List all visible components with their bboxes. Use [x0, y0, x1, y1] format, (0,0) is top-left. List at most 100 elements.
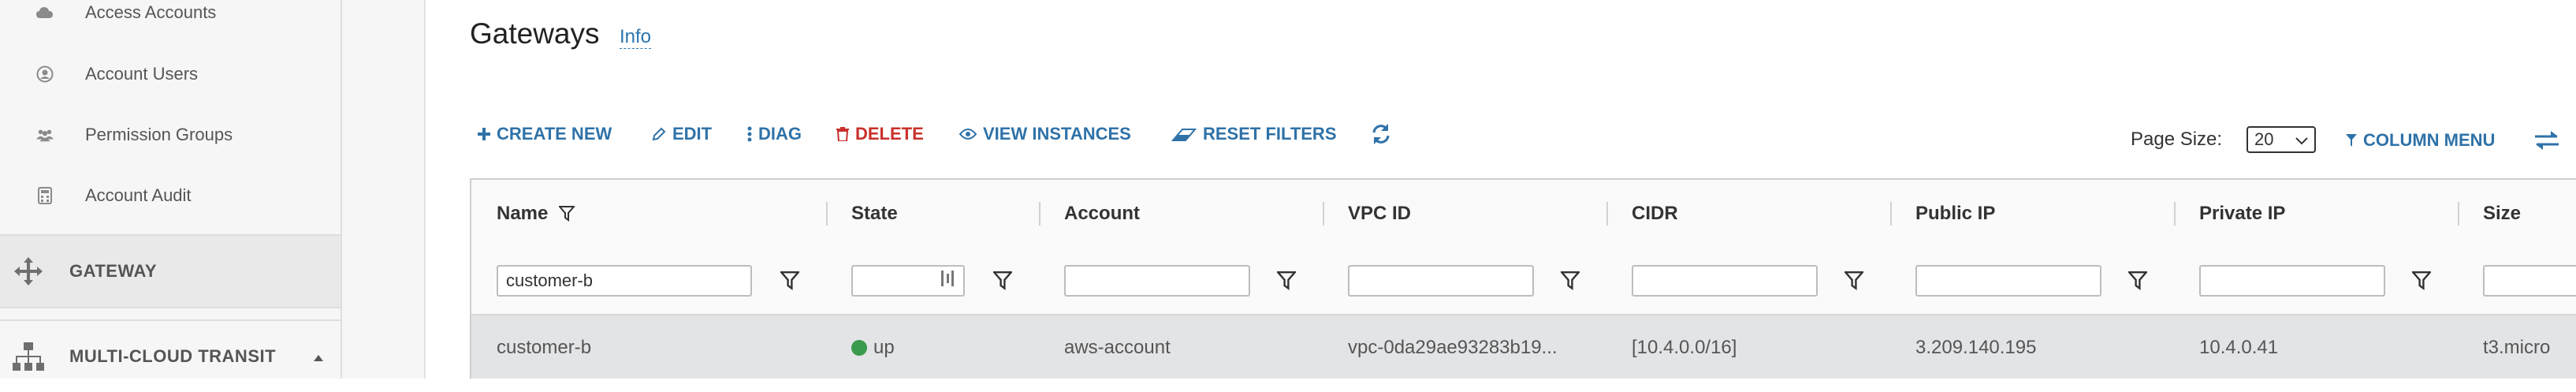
chevron-up-icon — [314, 351, 323, 365]
cell-private-ip: 10.4.0.41 — [2199, 337, 2279, 358]
swap-arrows-icon — [2533, 129, 2560, 151]
column-header-account[interactable]: Account — [1064, 180, 1140, 248]
sidebar-item-account-audit[interactable]: Account Audit — [0, 170, 341, 221]
column-header-name[interactable]: Name — [497, 180, 575, 248]
column-separator[interactable] — [1606, 202, 1608, 226]
table-header-row: Name State Account VPC ID CIDR Public IP… — [471, 180, 2576, 249]
column-header-private-ip[interactable]: Private IP — [2199, 180, 2285, 248]
filter-icon[interactable] — [1277, 271, 1296, 290]
filter-icon[interactable] — [993, 271, 1012, 290]
refresh-button[interactable] — [1369, 121, 1399, 147]
refresh-icon — [1369, 122, 1393, 146]
sidebar-section-gateway[interactable]: GATEWAY — [0, 234, 341, 308]
cell-state: up — [851, 315, 895, 379]
cell-size: t3.micro — [2483, 337, 2551, 358]
column-separator[interactable] — [2458, 202, 2459, 226]
sidebar-item-label: Account Audit — [85, 185, 192, 205]
trash-icon — [836, 127, 849, 141]
status-up-icon — [851, 340, 867, 356]
state-filter-input[interactable] — [851, 265, 965, 297]
sidebar-item-account-users[interactable]: Account Users — [0, 49, 341, 99]
cell-public-ip: 3.209.140.195 — [1915, 337, 2037, 358]
user-circle-icon — [36, 65, 54, 83]
sidebar-section-label: MULTI-CLOUD TRANSIT — [69, 346, 277, 366]
size-filter-input[interactable] — [2483, 265, 2576, 297]
filter-icon[interactable] — [780, 271, 799, 290]
delete-label: DELETE — [855, 124, 924, 144]
column-separator[interactable] — [2174, 202, 2176, 226]
gateways-table: Name State Account VPC ID CIDR Public IP… — [470, 178, 2576, 379]
column-separator[interactable] — [1323, 202, 1324, 226]
cell-vpc-id: vpc-0da29ae93283b19... — [1348, 337, 1558, 358]
ellipsis-vertical-icon — [747, 126, 752, 142]
cidr-filter-input[interactable] — [1632, 265, 1818, 297]
create-new-button[interactable]: CREATE NEW — [478, 121, 612, 147]
column-header-public-ip[interactable]: Public IP — [1915, 180, 1995, 248]
filter-icon — [559, 206, 575, 222]
sidebar-gutter — [342, 0, 424, 379]
sidebar-section-multi-cloud-transit[interactable]: MULTI-CLOUD TRANSIT — [0, 319, 341, 392]
filter-icon[interactable] — [1845, 271, 1863, 290]
cell-name: customer-b — [497, 337, 592, 358]
column-header-cidr[interactable]: CIDR — [1632, 180, 1678, 248]
sidebar-item-permission-groups[interactable]: Permission Groups — [0, 110, 341, 160]
view-instances-label: VIEW INSTANCES — [983, 124, 1131, 144]
delete-button[interactable]: DELETE — [836, 121, 924, 147]
pencil-icon — [652, 127, 666, 141]
sidebar-item-label: Permission Groups — [85, 125, 233, 144]
reset-filters-button[interactable]: RESET FILTERS — [1171, 121, 1337, 147]
eye-icon — [959, 128, 977, 140]
eraser-icon — [1171, 126, 1197, 142]
edit-label: EDIT — [672, 124, 713, 144]
column-header-vpc-id[interactable]: VPC ID — [1348, 180, 1411, 248]
network-tree-icon — [11, 339, 46, 374]
column-separator[interactable] — [1039, 202, 1040, 226]
column-menu-label: COLUMN MENU — [2363, 130, 2496, 150]
diag-button[interactable]: DIAG — [747, 121, 802, 147]
users-icon — [36, 126, 54, 144]
vpc-id-filter-input[interactable] — [1348, 265, 1534, 297]
column-header-label: Name — [497, 203, 549, 224]
create-new-label: CREATE NEW — [497, 124, 612, 144]
filter-icon[interactable] — [2128, 271, 2147, 290]
sidebar-section-label: GATEWAY — [69, 261, 158, 281]
cloud-icon — [36, 4, 54, 21]
chevron-down-icon — [2295, 129, 2308, 150]
sidebar-item-label: Account Users — [85, 64, 199, 84]
column-header-size[interactable]: Size — [2483, 180, 2521, 248]
page-size-value: 20 — [2254, 129, 2274, 149]
cell-state-label: up — [873, 337, 895, 358]
page-title: Gateways — [470, 17, 600, 50]
sidebar: Access Accounts Account Users Permission… — [0, 0, 342, 379]
column-resize-handle-icon — [940, 269, 955, 293]
move-arrows-icon — [11, 254, 46, 289]
page-size-label: Page Size: — [2131, 129, 2223, 150]
filter-icon[interactable] — [1561, 271, 1580, 290]
column-header-state[interactable]: State — [851, 180, 898, 248]
filter-icon[interactable] — [2412, 271, 2431, 290]
sidebar-item-label: Access Accounts — [85, 2, 217, 22]
column-separator[interactable] — [826, 202, 828, 226]
cell-cidr: [10.4.0.0/16] — [1632, 337, 1737, 358]
content-divider — [424, 0, 426, 379]
edit-button[interactable]: EDIT — [652, 121, 712, 147]
private-ip-filter-input[interactable] — [2199, 265, 2385, 297]
column-separator[interactable] — [1890, 202, 1892, 226]
cell-account: aws-account — [1064, 337, 1171, 358]
filter-icon — [2346, 134, 2357, 147]
calculator-icon — [36, 187, 54, 204]
name-filter-value: customer-b — [506, 271, 594, 290]
name-filter-input[interactable]: customer-b — [497, 265, 752, 297]
reset-filters-label: RESET FILTERS — [1203, 124, 1337, 144]
sidebar-item-access-accounts[interactable]: Access Accounts — [0, 0, 341, 38]
page-size-select[interactable]: 20 — [2247, 126, 2316, 153]
view-instances-button[interactable]: VIEW INSTANCES — [959, 121, 1131, 147]
public-ip-filter-input[interactable] — [1915, 265, 2101, 297]
swap-columns-button[interactable] — [2533, 128, 2567, 153]
account-filter-input[interactable] — [1064, 265, 1250, 297]
table-filter-row: customer-b — [471, 248, 2576, 315]
plus-icon — [478, 128, 490, 140]
column-menu-button[interactable]: COLUMN MENU — [2346, 128, 2495, 153]
table-row[interactable]: customer-b up aws-account vpc-0da29ae932… — [471, 315, 2576, 379]
info-link[interactable]: Info — [620, 26, 652, 49]
